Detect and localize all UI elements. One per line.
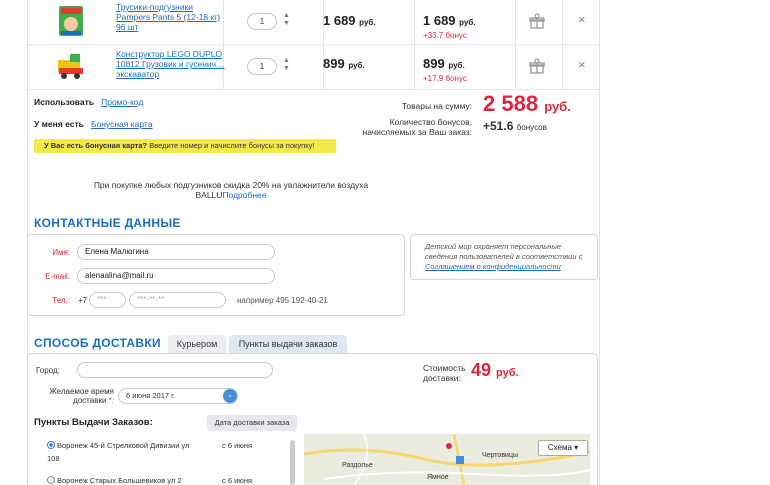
tab-pickup[interactable]: Пункты выдачи заказов [229, 335, 347, 354]
product-name-link[interactable]: Трусики-подгузники Pampers Pants 5 (12-1… [116, 2, 228, 32]
bonus-card-row: У меня есть Бонусная карта [34, 119, 152, 129]
map-scheme-button[interactable]: Схема ▾ [538, 440, 588, 456]
quantity-input[interactable]: 1 [247, 13, 277, 30]
map-label: Чертовицы [482, 452, 518, 459]
sum-value: 2 588 руб. [483, 91, 571, 116]
phone-number-field[interactable]: ***-**-** [129, 292, 226, 308]
city-field[interactable] [77, 362, 273, 378]
privacy-text: Детский мир охраняет персональные сведен… [425, 242, 583, 271]
map-label: Ямное [427, 474, 449, 481]
bonus-count-label: Количество бонусов, начисляемых за Ваш за… [362, 117, 473, 137]
privacy-link[interactable]: Соглашением о конфиденциальности [425, 262, 561, 271]
delivery-cost-value: 49 руб. [471, 360, 519, 380]
pickup-points-title: Пункты Выдачи Заказов: [34, 417, 153, 428]
cell-divider [562, 0, 563, 44]
pickup-point-item[interactable]: Воронеж 45-й Стрелковой Дивизии ул 108 [47, 439, 189, 465]
delivery-cost-label: Стоимость доставки: [423, 363, 466, 383]
email-field[interactable]: alenaalina@mail.ru [77, 268, 275, 284]
gift-icon[interactable] [529, 58, 545, 74]
quantity-stepper-icon[interactable]: ▲ ▼ [283, 57, 291, 77]
item-price: 1 689 руб. [323, 13, 376, 28]
offer-text: При покупке любых подгузников скидка 20%… [93, 180, 369, 200]
remove-icon[interactable]: × [578, 57, 586, 72]
email-label: E-mail: [45, 272, 70, 281]
bonus-card-banner[interactable]: У Вас есть бонусная карта? Введите номер… [34, 139, 336, 153]
offer-details-link[interactable]: Подробнее [222, 190, 266, 200]
bonus-card-link[interactable]: Бонусная карта [91, 119, 153, 129]
cell-divider [414, 0, 415, 44]
cell-divider [562, 45, 563, 89]
item-total: 1 689 руб. [423, 13, 476, 28]
product-image-pampers[interactable] [57, 4, 85, 36]
pickup-point-item[interactable]: Воронеж Старых Большевиков ул 2 [47, 474, 182, 485]
map-label: Раздолье [342, 462, 373, 469]
tab-courier[interactable]: Курьером [168, 335, 226, 354]
contacts-title: КОНТАКТНЫЕ ДАННЫЕ [34, 216, 181, 230]
promo-use-label: Использовать [34, 97, 95, 107]
quantity-stepper-icon[interactable]: ▲ ▼ [283, 12, 291, 32]
phone-code-field[interactable]: *** [89, 292, 126, 308]
delivery-date-button[interactable]: Дата доставки заказа [207, 415, 297, 431]
radio-icon[interactable] [47, 476, 55, 484]
cart-row [27, 0, 600, 45]
quantity-input[interactable]: 1 [247, 58, 277, 75]
item-bonus: +33.7 бонус [423, 31, 467, 40]
promo-code-link[interactable]: Промо-код [101, 97, 143, 107]
phone-label: Тел.: [52, 296, 70, 305]
bonus-have-label: У меня есть [34, 119, 84, 129]
delivery-time-label: Желаемое время доставки *: [49, 387, 114, 405]
item-price: 899 руб. [323, 56, 365, 71]
cell-divider [515, 45, 516, 89]
sum-label: Товары на сумму: [401, 101, 472, 111]
item-bonus: +17.9 бонус [423, 74, 467, 83]
banner-question: У Вас есть бонусная карта? [44, 141, 148, 150]
radio-selected-icon[interactable] [47, 441, 55, 449]
cell-divider [414, 45, 415, 89]
cart-row [27, 45, 600, 90]
product-image-lego[interactable] [56, 50, 84, 82]
delivery-date-select[interactable]: 6 июня 2017 г. [118, 388, 238, 404]
cell-divider [515, 0, 516, 44]
phone-prefix: +7 [78, 296, 88, 305]
name-field[interactable]: Елена Малюгина [77, 244, 275, 260]
gift-icon[interactable] [529, 13, 545, 29]
product-name-link[interactable]: Конструктор LEGO DUPLO 10812 Грузовик и … [116, 49, 228, 79]
pickup-point-date: с 6 июня [222, 441, 253, 450]
name-label: Имя: [52, 248, 70, 257]
banner-text: Введите номер и начислите бонусы за поку… [147, 141, 315, 150]
delivery-title: СПОСОБ ДОСТАВКИ [34, 336, 161, 350]
pickup-list-scrollbar[interactable] [290, 440, 295, 485]
city-label: Город: [36, 366, 60, 375]
pickup-point-date: с 6 июня [222, 476, 253, 485]
item-total: 899 руб. [423, 56, 465, 71]
promo-code-row: Использовать Промо-код [34, 97, 143, 107]
chevron-down-icon[interactable]: ⌄ [223, 389, 237, 403]
bonus-count-value: +51.6 бонусов [483, 119, 547, 133]
phone-hint: например 495 192-40-21 [237, 296, 328, 305]
remove-icon[interactable]: × [578, 12, 586, 27]
